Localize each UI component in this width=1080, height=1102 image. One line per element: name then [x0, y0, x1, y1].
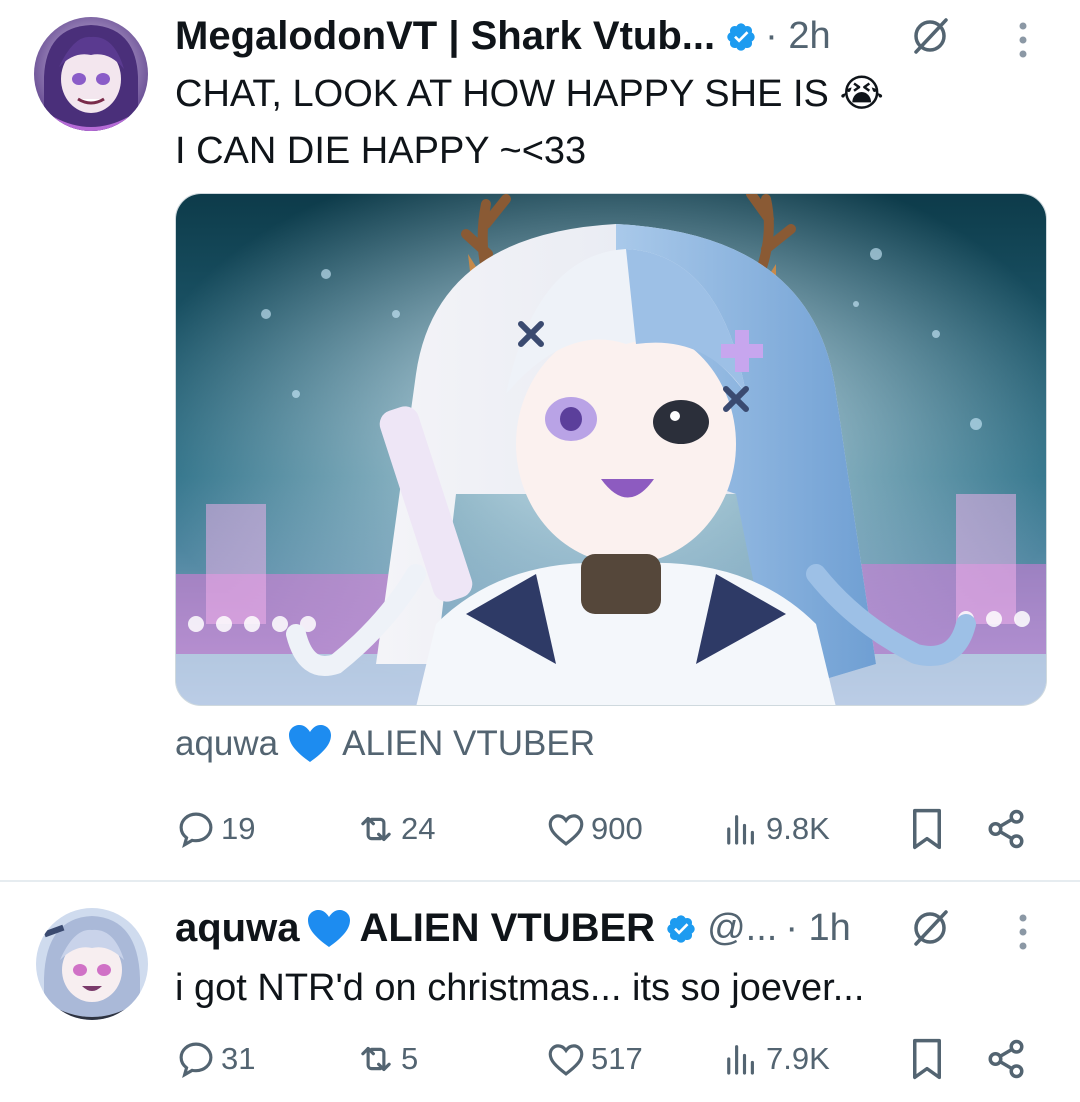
- author-handle[interactable]: @...: [707, 907, 777, 950]
- author-name[interactable]: MegalodonVT | Shark Vtub...: [175, 14, 715, 59]
- repost-count: 24: [401, 811, 436, 846]
- author-avatar[interactable]: [36, 908, 148, 1020]
- bookmark-icon[interactable]: [906, 1036, 948, 1082]
- tweet-time[interactable]: · 1h: [785, 907, 850, 950]
- more-icon[interactable]: [1015, 20, 1031, 60]
- like-button[interactable]: 517: [545, 1034, 643, 1084]
- author-name-left[interactable]: aquwa: [175, 906, 299, 951]
- tweet-header: MegalodonVT | Shark Vtub... · 2h: [175, 14, 831, 59]
- more-icon[interactable]: [1015, 912, 1031, 952]
- repost-button[interactable]: 5: [355, 1034, 418, 1084]
- reply-count: 31: [221, 1041, 256, 1076]
- community-label[interactable]: aquwa ALIEN VTUBER: [175, 724, 595, 764]
- views-count: 7.9K: [766, 1041, 830, 1076]
- views-icon: [727, 815, 754, 845]
- tweet-1[interactable]: MegalodonVT | Shark Vtub... · 2h CHAT, L…: [0, 0, 1080, 882]
- blue-heart-icon: [289, 725, 332, 762]
- tweet-text-line-2: I CAN DIE HAPPY ~<33: [175, 130, 587, 172]
- reply-button[interactable]: 31: [175, 1034, 255, 1084]
- tweet-text-line-1: CHAT, LOOK AT HOW HAPPY SHE IS 😭: [175, 73, 884, 115]
- author-name-right[interactable]: ALIEN VTUBER: [359, 906, 655, 951]
- tweet-actions: 31 5 517 7.9K: [175, 1034, 1035, 1084]
- tweet-text-line-1: i got NTR'd on christmas... its so joeve…: [175, 967, 865, 1009]
- like-count: 900: [591, 811, 643, 846]
- author-avatar[interactable]: [34, 17, 148, 131]
- like-button[interactable]: 900: [545, 804, 643, 854]
- repost-button[interactable]: 24: [355, 804, 435, 854]
- tweet-header: aquwa ALIEN VTUBER @... · 1h: [175, 906, 851, 951]
- views-count: 9.8K: [766, 811, 830, 846]
- repost-icon: [361, 816, 391, 842]
- reply-button[interactable]: 19: [175, 804, 255, 854]
- share-icon[interactable]: [985, 1036, 1027, 1082]
- tweet-2[interactable]: aquwa ALIEN VTUBER @... · 1h i got NTR'd…: [0, 882, 1080, 1102]
- grok-icon[interactable]: [908, 14, 952, 58]
- like-icon: [548, 1044, 584, 1076]
- tweet-time[interactable]: · 2h: [765, 15, 830, 58]
- repost-count: 5: [401, 1041, 419, 1076]
- reply-icon: [179, 1042, 213, 1079]
- reply-icon: [179, 812, 213, 849]
- tweet-media-image[interactable]: [175, 193, 1047, 706]
- like-icon: [548, 814, 584, 846]
- views-button[interactable]: 9.8K: [720, 804, 830, 854]
- community-name-right: ALIEN VTUBER: [342, 724, 595, 763]
- tweet-actions: 19 24 900 9.8K: [175, 804, 1035, 854]
- views-button[interactable]: 7.9K: [720, 1034, 830, 1084]
- share-icon[interactable]: [985, 806, 1027, 852]
- views-icon: [727, 1045, 754, 1075]
- verified-badge-icon: [667, 914, 695, 943]
- verified-badge-icon: [727, 22, 755, 51]
- community-name-left: aquwa: [175, 724, 279, 763]
- blue-heart-icon: [308, 909, 351, 947]
- like-count: 517: [591, 1041, 643, 1076]
- reply-count: 19: [221, 811, 256, 846]
- bookmark-icon[interactable]: [906, 806, 948, 852]
- grok-icon[interactable]: [908, 906, 952, 950]
- repost-icon: [361, 1046, 391, 1072]
